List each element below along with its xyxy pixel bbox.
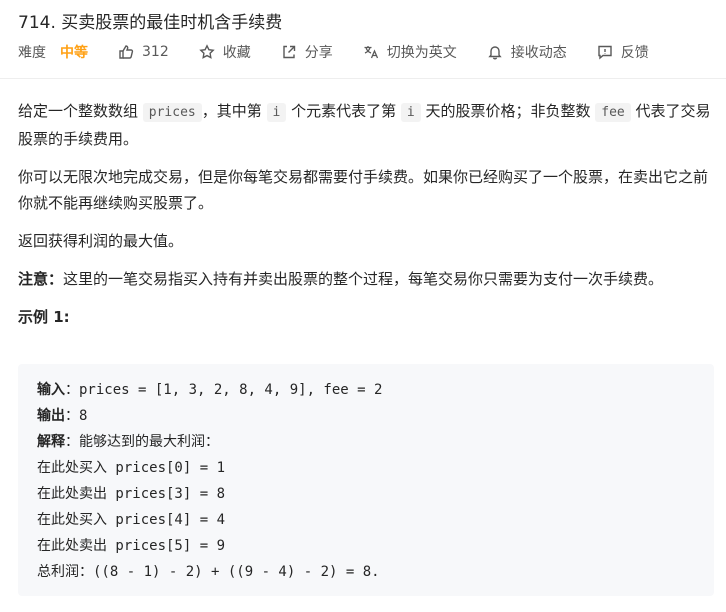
explain-label: 解释 [37,434,65,450]
feedback-icon [598,45,612,60]
note-label: 注意： [18,270,64,288]
favorite-label: 收藏 [222,45,251,61]
example-pre: 输入：prices = [1, 3, 2, 8, 4, 9], fee = 2 … [18,364,714,598]
total-profit-line: 总利润：((8 - 1) - 2) + ((9 - 4) - 2) = 8. [37,564,380,580]
share-button[interactable]: 分享 [281,42,333,62]
code-prices: prices [142,103,202,122]
notify-label: 接收动态 [510,45,567,61]
description-paragraph-3: 返回获得利润的最大值。 [18,232,184,250]
description-paragraph-1: 给定一个整数数组 prices ，其中第 i 个元素代表了第 i 天的股票价格；非… [18,102,711,148]
thumbs-up-icon [119,45,134,59]
feedback-label: 反馈 [620,45,649,61]
share-label: 分享 [304,45,333,61]
switch-language-button[interactable]: 切换为英文 [363,42,457,62]
example-code-block: 输入：prices = [1, 3, 2, 8, 4, 9], fee = 2 … [18,364,714,596]
note-paragraph: 注意：这里的一笔交易指买入持有并卖出股票的整个过程，每笔交易你只需要为支付一次手… [18,266,716,292]
share-icon [283,45,295,59]
explain-line: 在此处卖出 prices[3] = 8 [37,486,226,502]
input-value: ：prices = [1, 3, 2, 8, 4, 9], fee = 2 [65,382,383,398]
code-i: i [266,103,287,122]
code-i: i [400,103,421,122]
note-text: 这里的一笔交易指买入持有并卖出股票的整个过程，每笔交易你只需要为支付一次手续费。 [63,270,664,288]
divider [0,78,726,79]
code-fee: fee [595,103,631,122]
description-paragraph-2: 你可以无限次地完成交易，但是你每笔交易都需要付手续费。如果你已经购买了一个股票，… [18,168,709,212]
switch-language-label: 切换为英文 [386,45,457,61]
example-title: 示例 1: [18,308,70,326]
problem-description: 给定一个整数数组 prices ，其中第 i 个元素代表了第 i 天的股票价格；非… [18,98,716,342]
difficulty-value: 中等 [60,45,88,61]
explain-line: 在此处买入 prices[4] = 4 [37,512,226,528]
translate-icon [364,46,378,59]
problem-meta-bar: 难度 中等 312 收藏 分享 切换为英文 接收动态 反馈 [18,42,679,62]
bell-icon [488,46,502,60]
output-label: 输出 [37,408,65,424]
like-button[interactable]: 312 [118,44,169,60]
explain-line: 在此处卖出 prices[5] = 9 [37,538,226,554]
explain-value: ：能够达到的最大利润： [65,434,219,450]
like-count: 312 [142,44,169,60]
explain-line: 在此处买入 prices[0] = 1 [37,460,226,476]
favorite-button[interactable]: 收藏 [199,42,251,62]
problem-title: 714. 买卖股票的最佳时机含手续费 [18,13,283,33]
feedback-button[interactable]: 反馈 [597,42,649,62]
output-value: ：8 [65,408,88,424]
input-label: 输入 [37,382,65,398]
star-icon [199,44,215,59]
difficulty-label: 难度 [18,45,46,61]
notify-button[interactable]: 接收动态 [487,42,567,62]
